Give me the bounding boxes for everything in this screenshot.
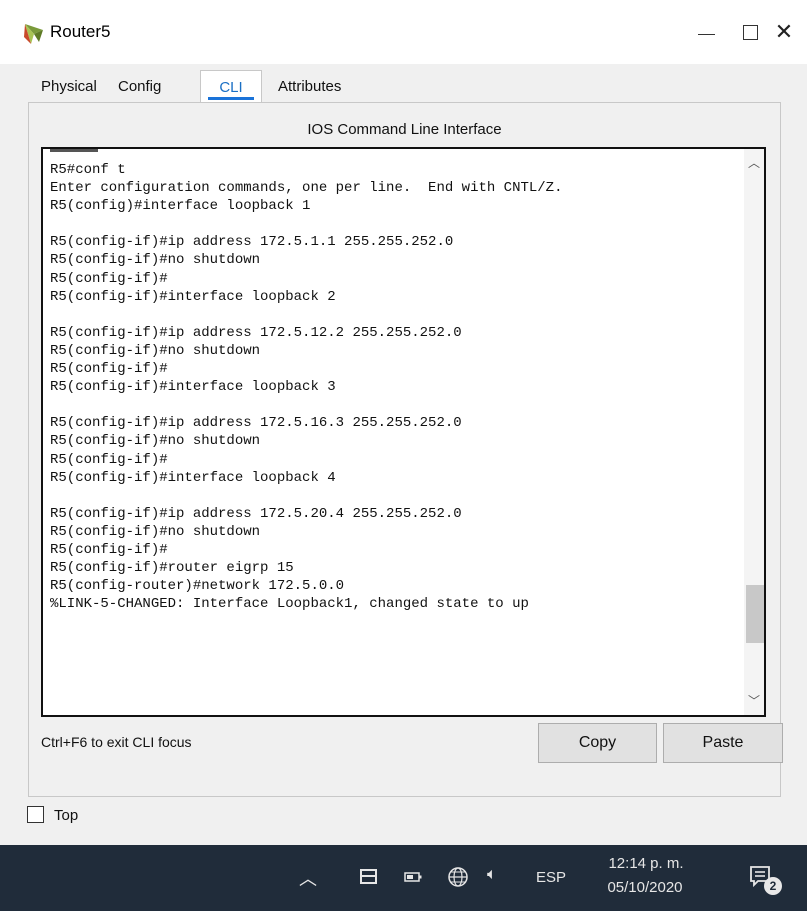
clock-date[interactable]: 05/10/2020 [600,879,690,896]
tab-bar: Physical Config CLI Attributes [29,70,779,105]
close-button[interactable]: ✕ [761,14,807,50]
terminal-line: R5(config-if)#interface loopback 2 [50,288,336,305]
close-icon: ✕ [774,19,794,44]
maximize-icon [742,24,758,40]
exit-focus-hint: Ctrl+F6 to exit CLI focus [41,734,192,750]
terminal-line: R5(config-if)#ip address 172.5.16.3 255.… [50,415,462,432]
input-language[interactable]: ESP [536,869,566,886]
terminal-line: R5(config-if)# [50,361,168,378]
minimize-icon [697,33,715,35]
terminal-line: R5(config-if)#no shutdown [50,433,261,450]
terminal-line: R5(config-if)#no shutdown [50,252,261,269]
notification-center-button[interactable]: 2 [749,864,789,896]
terminal-line: R5#conf t [50,162,126,178]
router5-window: Router5 ✕ Physical Config CLI Attributes… [0,0,807,845]
copy-button[interactable]: Copy [538,723,657,763]
terminal-line: R5(config-if)#interface loopback 3 [50,379,336,396]
terminal-line: R5(config-if)# [50,541,168,558]
top-checkbox[interactable] [27,806,44,823]
terminal-line: R5(config-if)#ip address 172.5.1.1 255.2… [50,234,454,251]
terminal-line: %LINK-5-CHANGED: Interface Loopback1, ch… [50,596,529,613]
taskbar: ︿ 🔈︎ ESP 12:14 p. m. 05/10/2020 2 [0,845,807,911]
tab-cli[interactable]: CLI [200,70,262,105]
tab-config[interactable]: Config [118,70,161,103]
router-icon [24,24,43,44]
terminal-line: R5(config-if)#router eigrp 15 [50,560,294,577]
globe-network-icon[interactable] [447,866,469,888]
terminal-output: R5#conf t Enter configuration commands, o… [50,161,562,613]
tab-cli-label: CLI [219,79,243,96]
clipped-previous-line [50,149,98,152]
minimize-button[interactable] [683,14,729,50]
title-bar[interactable]: Router5 ✕ [0,0,807,64]
cli-terminal[interactable]: R5#conf t Enter configuration commands, o… [41,147,766,717]
window-title: Router5 [50,22,111,41]
terminal-line: R5(config-if)#ip address 172.5.20.4 255.… [50,505,462,522]
network-icon[interactable] [360,869,377,884]
terminal-line: R5(config-if)#interface loopback 4 [50,469,336,486]
tab-attributes[interactable]: Attributes [278,70,341,103]
tab-physical[interactable]: Physical [41,70,97,103]
terminal-scrollbar[interactable]: ︿ ﹀ [744,149,764,715]
terminal-line: R5(config-if)#no shutdown [50,523,261,540]
cli-panel: IOS Command Line Interface R5#conf t Ente… [28,102,783,797]
terminal-line: R5(config-router)#network 172.5.0.0 [50,578,345,595]
active-tab-indicator [208,97,254,100]
terminal-line: R5(config-if)# [50,270,168,287]
cli-header: IOS Command Line Interface [307,121,502,138]
paste-button[interactable]: Paste [663,723,783,763]
scroll-thumb[interactable] [746,585,764,643]
scroll-down-icon[interactable]: ﹀ [744,691,764,711]
top-checkbox-label: Top [54,807,79,824]
terminal-line: R5(config)#interface loopback 1 [50,198,311,215]
battery-icon[interactable] [404,872,422,882]
terminal-line: R5(config-if)#no shutdown [50,342,261,359]
scroll-up-icon[interactable]: ︿ [744,153,764,173]
terminal-line: Enter configuration commands, one per li… [50,180,563,197]
terminal-line: R5(config-if)# [50,451,168,468]
show-hidden-icons-chevron-icon[interactable]: ︿ [299,865,317,891]
volume-icon[interactable]: 🔈︎ [487,866,497,884]
terminal-line: R5(config-if)#ip address 172.5.12.2 255.… [50,324,462,341]
notification-count-badge: 2 [764,877,782,895]
clock-time[interactable]: 12:14 p. m. [606,855,686,872]
